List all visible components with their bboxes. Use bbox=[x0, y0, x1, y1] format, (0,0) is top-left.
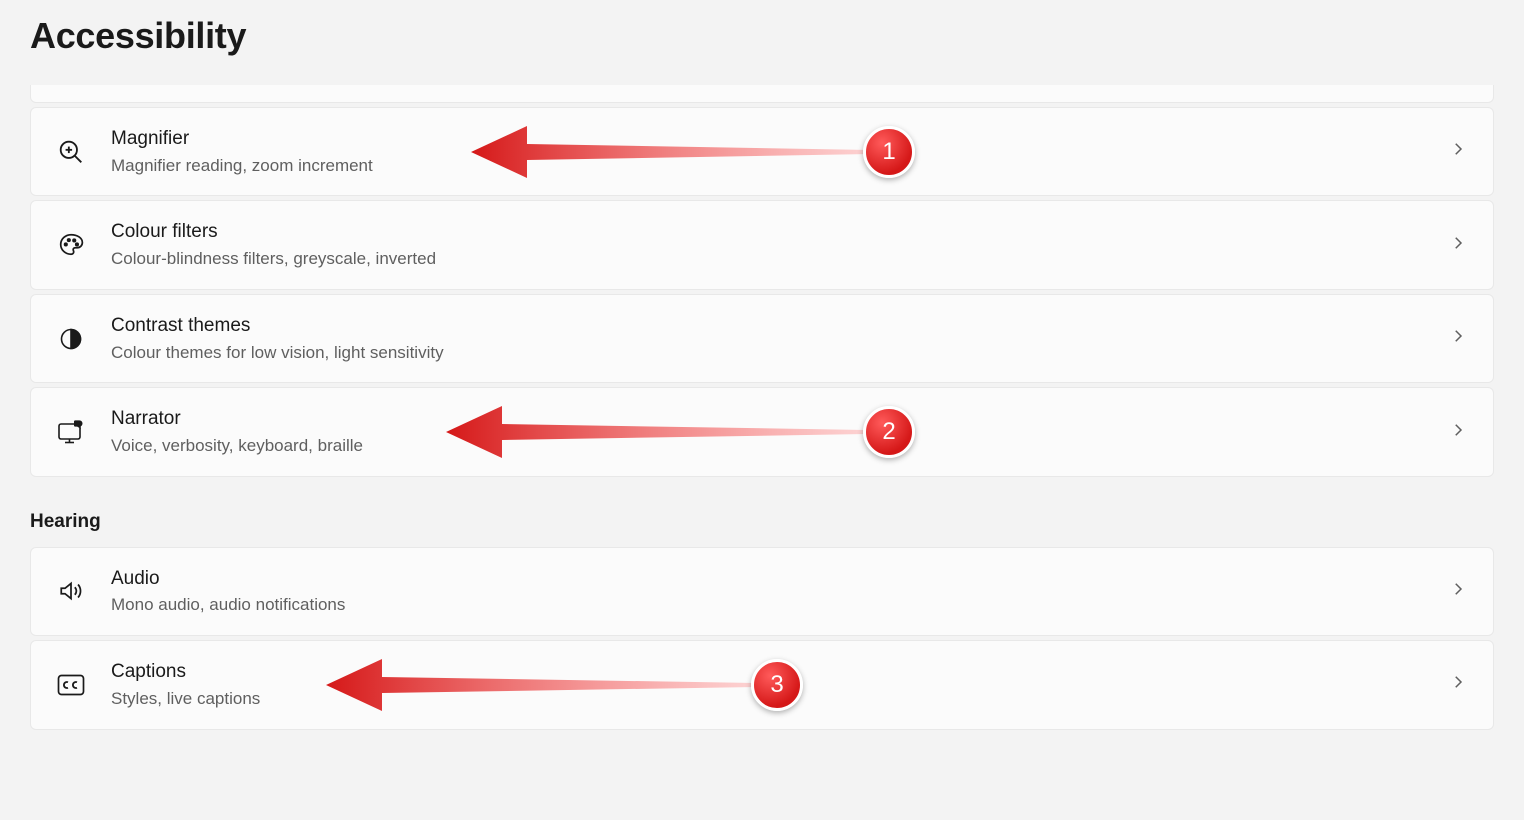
annotation-arrow-3 bbox=[326, 653, 756, 717]
settings-item-subtitle: Mono audio, audio notifications bbox=[111, 593, 1423, 617]
settings-item-subtitle: Colour themes for low vision, light sens… bbox=[111, 341, 1423, 365]
settings-item-text: Audio Mono audio, audio notifications bbox=[111, 566, 1423, 617]
chevron-right-icon bbox=[1449, 140, 1467, 163]
settings-item-subtitle: Colour-blindness filters, greyscale, inv… bbox=[111, 247, 1423, 271]
annotation-arrow-1 bbox=[471, 120, 871, 184]
settings-item-narrator[interactable]: Narrator Voice, verbosity, keyboard, bra… bbox=[30, 387, 1494, 476]
chevron-right-icon bbox=[1449, 673, 1467, 696]
contrast-icon bbox=[57, 325, 85, 353]
narrator-icon bbox=[57, 418, 85, 446]
annotation-badge-2: 2 bbox=[863, 406, 915, 458]
section-heading-hearing: Hearing bbox=[30, 511, 1494, 533]
chevron-right-icon bbox=[1449, 580, 1467, 603]
annotation-badge-3: 3 bbox=[751, 659, 803, 711]
settings-item-title: Colour filters bbox=[111, 219, 1423, 245]
settings-item-magnifier[interactable]: Magnifier Magnifier reading, zoom increm… bbox=[30, 107, 1494, 196]
settings-item-title: Contrast themes bbox=[111, 313, 1423, 339]
annotation-arrow-2 bbox=[446, 400, 866, 464]
annotation-badge-1: 1 bbox=[863, 126, 915, 178]
palette-icon bbox=[57, 231, 85, 259]
settings-item-text: Colour filters Colour-blindness filters,… bbox=[111, 219, 1423, 270]
previous-card-fragment bbox=[30, 85, 1494, 103]
speaker-icon bbox=[57, 577, 85, 605]
settings-item-contrast-themes[interactable]: Contrast themes Colour themes for low vi… bbox=[30, 294, 1494, 383]
page-title: Accessibility bbox=[30, 15, 1494, 57]
chevron-right-icon bbox=[1449, 234, 1467, 257]
chevron-right-icon bbox=[1449, 421, 1467, 444]
settings-item-captions[interactable]: Captions Styles, live captions 3 bbox=[30, 640, 1494, 729]
magnifier-plus-icon bbox=[57, 138, 85, 166]
settings-item-audio[interactable]: Audio Mono audio, audio notifications bbox=[30, 547, 1494, 636]
closed-captions-icon bbox=[57, 671, 85, 699]
chevron-right-icon bbox=[1449, 327, 1467, 350]
settings-item-title: Audio bbox=[111, 566, 1423, 592]
settings-item-text: Contrast themes Colour themes for low vi… bbox=[111, 313, 1423, 364]
settings-item-colour-filters[interactable]: Colour filters Colour-blindness filters,… bbox=[30, 200, 1494, 289]
